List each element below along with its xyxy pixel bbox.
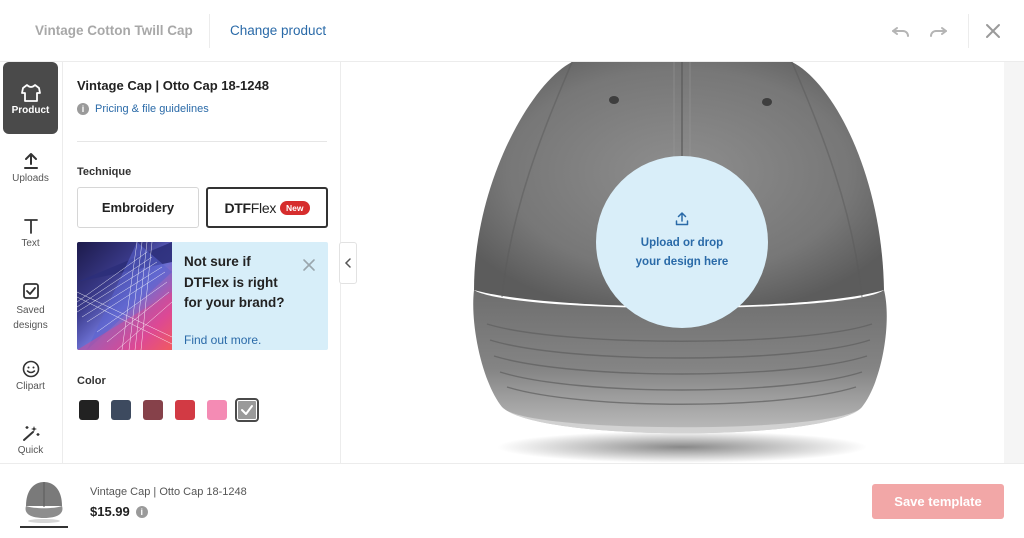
footer-bar: Vintage Cap | Otto Cap 18-1248 $15.99 i … [0,463,1024,538]
upload-icon [23,153,38,169]
promo-find-out-more-link[interactable]: Find out more. [184,333,261,347]
tool-rail: Product Uploads Text Saved designs Clipa… [0,62,62,463]
upload-dropzone[interactable]: Upload or drop your design here [596,156,768,328]
color-swatch[interactable] [79,400,99,420]
info-icon[interactable]: i [135,505,148,518]
rail-item-label: Saved [16,305,45,316]
color-swatch[interactable] [175,400,195,420]
magic-wand-icon [22,426,39,441]
divider [77,141,327,142]
technique-embroidery-button[interactable]: Embroidery [77,187,199,228]
close-icon[interactable] [302,258,316,272]
info-icon: i [77,103,89,115]
product-panel: Vintage Cap | Otto Cap 18-1248 i Pricing… [62,62,341,463]
upload-icon [675,212,689,226]
checkmark-icon [241,405,253,415]
change-product-link[interactable]: Change product [230,23,326,38]
rail-item-label: Quick [17,445,44,456]
rail-item-text[interactable]: Text [3,217,58,249]
close-icon[interactable] [982,20,1004,42]
header-divider [968,14,969,48]
rail-item-label: Uploads [12,173,49,184]
upload-text-line1: Upload or drop [640,237,724,249]
text-icon [23,219,38,234]
top-bar: Vintage Cotton Twill Cap Change product [0,0,1024,62]
rail-item-quick[interactable]: Quick [3,424,58,456]
dtflex-logo-f: F [250,199,260,216]
promo-image [77,242,172,350]
technique-label: Technique [77,166,132,178]
design-canvas: Upload or drop your design here [362,62,1004,463]
technique-label-text: Embroidery [101,200,175,215]
color-swatch[interactable] [143,400,163,420]
smiley-icon [22,360,39,378]
rail-item-label: designs [13,320,48,331]
color-swatch[interactable] [207,400,227,420]
upload-text-line2: your design here [635,256,729,268]
footer-price: $15.99 i [90,504,148,519]
canvas-scrollbar[interactable] [1004,62,1024,463]
rail-item-product[interactable]: Product [3,62,58,134]
color-label: Color [77,375,106,387]
saved-designs-icon [22,283,39,299]
guidelines-link[interactable]: i Pricing & file guidelines [77,103,209,115]
dtflex-logo: DTFFlex [224,200,276,216]
rail-item-label: Clipart [16,381,45,392]
rail-item-label: Product [11,105,50,116]
panel-product-title: Vintage Cap | Otto Cap 18-1248 [77,78,269,93]
footer-product-name: Vintage Cap | Otto Cap 18-1248 [90,486,247,498]
redo-icon[interactable] [927,20,949,42]
dtflex-promo-banner: Not sure if DTFlex is right for your bra… [77,242,328,350]
undo-icon[interactable] [890,20,912,42]
technique-dtflex-button[interactable]: DTFFlex New [206,187,328,228]
color-swatch[interactable] [235,398,259,422]
promo-text: Not sure if DTFlex is right for your bra… [184,254,285,310]
rail-item-saved-designs[interactable]: Saved designs [3,282,58,333]
upload-dropzone-label: Upload or drop your design here [636,234,729,272]
price-value: $15.99 [90,504,130,519]
header-divider [209,14,210,48]
collapse-panel-button[interactable] [339,242,357,284]
rail-item-label: Text [21,238,40,249]
tshirt-icon [20,84,41,102]
color-swatch[interactable] [111,400,131,420]
rail-item-clipart[interactable]: Clipart [3,360,58,392]
product-title: Vintage Cotton Twill Cap [35,23,193,38]
dtflex-logo-thin: lex [259,199,277,216]
guidelines-link-label: Pricing & file guidelines [95,103,209,115]
save-template-button[interactable]: Save template [872,484,1004,519]
dtflex-logo-bold: DTF [224,199,251,216]
rail-item-uploads[interactable]: Uploads [3,152,58,184]
new-badge: New [280,200,310,215]
chevron-left-icon [344,258,351,268]
product-thumbnail [20,476,68,528]
